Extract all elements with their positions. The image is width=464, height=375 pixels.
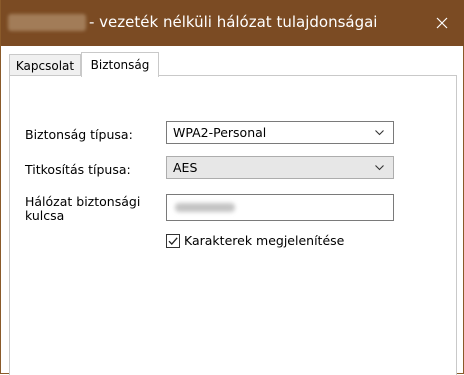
encryption-type-select[interactable]: AES	[166, 156, 394, 179]
encryption-type-value: AES	[173, 160, 198, 175]
tab-security[interactable]: Biztonság	[81, 52, 159, 77]
tab-connection[interactable]: Kapcsolat	[9, 54, 81, 76]
title-bar[interactable]: - vezeték nélküli hálózat tulajdonságai	[1, 0, 464, 46]
security-type-select[interactable]: WPA2-Personal	[166, 121, 394, 144]
tab-connection-label: Kapcsolat	[15, 58, 75, 73]
close-icon	[436, 17, 448, 29]
tab-strip: Kapcsolat Biztonság	[9, 52, 457, 77]
close-button[interactable]	[419, 0, 464, 46]
network-key-redacted	[175, 203, 235, 212]
chevron-down-icon	[375, 130, 384, 136]
security-type-value: WPA2-Personal	[173, 125, 267, 140]
encryption-type-label: Titkosítás típusa:	[25, 162, 131, 177]
chevron-down-icon	[375, 165, 384, 171]
network-key-label-line2: kulcsa	[25, 208, 65, 223]
tab-security-label: Biztonság	[90, 58, 150, 72]
show-characters-label[interactable]: Karakterek megjelenítése	[184, 233, 344, 248]
window-title: - vezeték nélküli hálózat tulajdonságai	[89, 13, 378, 31]
network-name-redacted	[8, 14, 86, 31]
security-type-label: Biztonság típusa:	[25, 127, 133, 142]
checkmark-icon	[168, 237, 178, 245]
network-key-input[interactable]	[166, 194, 394, 221]
show-characters-checkbox[interactable]	[166, 234, 180, 248]
properties-dialog: - vezeték nélküli hálózat tulajdonságai …	[0, 0, 464, 375]
security-panel: Biztonság típusa: WPA2-Personal Titkosít…	[9, 75, 457, 375]
network-key-label-line1: Hálózat biztonsági	[25, 194, 141, 209]
